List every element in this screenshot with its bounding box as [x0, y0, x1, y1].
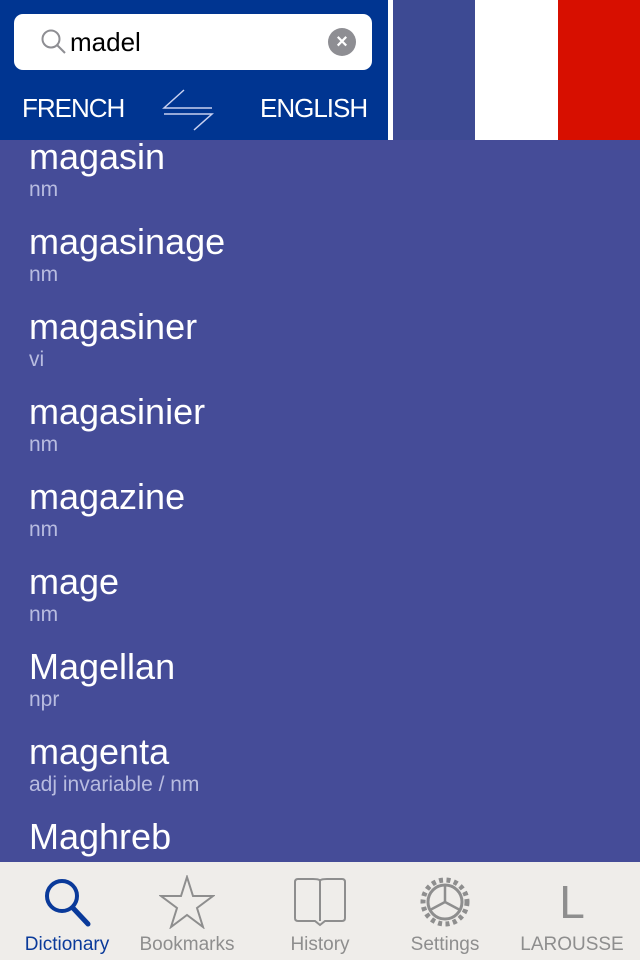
- entry-word: Magellan: [29, 646, 176, 687]
- entry-part-of-speech: vi: [29, 348, 45, 371]
- entry-part-of-speech: nm: [29, 518, 59, 541]
- flag-white-stripe: [475, 0, 558, 140]
- larousse-l-icon: L: [559, 876, 585, 928]
- search-input[interactable]: [70, 22, 320, 62]
- entry-word: magazine: [29, 476, 186, 517]
- entry-word: Maghreb: [29, 816, 172, 857]
- entry-part-of-speech: nm: [29, 178, 59, 201]
- entry-word: magasiner: [29, 306, 198, 347]
- list-item[interactable]: mage nm: [0, 562, 640, 650]
- tab-history[interactable]: History: [256, 862, 384, 960]
- list-item[interactable]: magasiner vi: [0, 307, 640, 395]
- entry-part-of-speech: npr: [29, 688, 60, 711]
- book-icon: [294, 878, 346, 927]
- clear-icon[interactable]: ×: [328, 28, 356, 56]
- list-item[interactable]: Magellan npr: [0, 647, 640, 735]
- entry-word: magasinier: [29, 391, 206, 432]
- entry-list[interactable]: magasin nm magasinage nm magasiner vi magasini…: [0, 140, 640, 862]
- entry-word: mage: [29, 561, 120, 602]
- tab-label: Settings: [410, 934, 480, 955]
- source-language[interactable]: FRENCH: [22, 93, 125, 124]
- flag-red-stripe: [558, 0, 640, 140]
- list-item[interactable]: magasinage nm: [0, 222, 640, 310]
- search-icon: [45, 879, 91, 927]
- tab-label: LAROUSSE: [520, 934, 624, 955]
- list-item[interactable]: magasin nm: [0, 140, 640, 225]
- search-field[interactable]: ×: [14, 14, 372, 70]
- flag-blue-stripe: [393, 0, 475, 140]
- header: × FRENCH ENGLISH: [0, 0, 640, 140]
- entry-word: magenta: [29, 731, 170, 772]
- gear-icon: [420, 877, 470, 927]
- list-item[interactable]: magasinier nm: [0, 392, 640, 480]
- entry-part-of-speech: adj invariable / nm: [29, 773, 200, 796]
- tab-settings[interactable]: Settings: [381, 862, 509, 960]
- entry-word: magasin: [29, 140, 166, 177]
- list-item[interactable]: magazine nm: [0, 477, 640, 565]
- entry-part-of-speech: nm: [29, 263, 59, 286]
- tab-label: Bookmarks: [139, 934, 235, 955]
- entry-word: magasinage: [29, 221, 226, 262]
- list-item[interactable]: Maghreb: [0, 817, 640, 862]
- tab-dictionary[interactable]: Dictionary: [3, 862, 131, 960]
- tab-bookmarks[interactable]: Bookmarks: [123, 862, 251, 960]
- swap-languages-icon[interactable]: [160, 88, 216, 132]
- tab-larousse[interactable]: L LAROUSSE: [508, 862, 636, 960]
- entry-part-of-speech: nm: [29, 433, 59, 456]
- search-icon: [41, 29, 66, 54]
- entry-part-of-speech: nm: [29, 603, 59, 626]
- list-item[interactable]: magenta adj invariable / nm: [0, 732, 640, 820]
- target-language[interactable]: ENGLISH: [260, 93, 368, 124]
- tab-bar: Dictionary Bookmarks History Settings L …: [0, 862, 640, 960]
- star-icon: [159, 875, 215, 929]
